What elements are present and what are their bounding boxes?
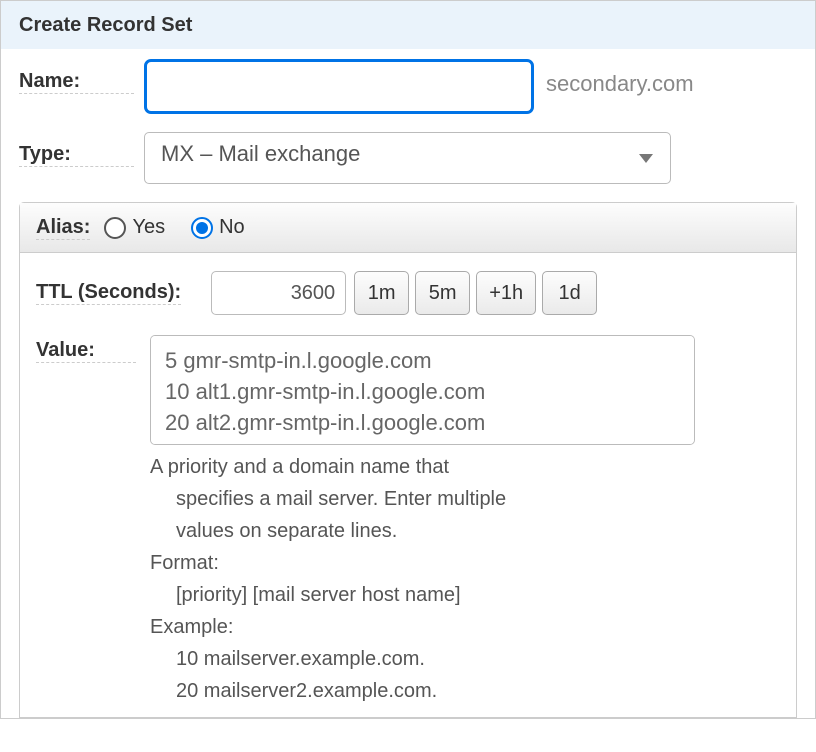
alias-label: Alias: (36, 215, 90, 240)
value-help: A priority and a domain name that specif… (150, 451, 780, 707)
alias-header: Alias: Yes No (20, 203, 796, 253)
radio-label: Yes (132, 216, 165, 239)
radio-icon (104, 217, 126, 239)
help-text: values on separate lines. (150, 515, 780, 547)
radio-label: No (219, 216, 245, 239)
ttl-preset-1h[interactable]: +1h (476, 271, 536, 315)
ttl-row: TTL (Seconds): 1m 5m +1h 1d (36, 271, 780, 315)
help-example-2: 20 mailserver2.example.com. (150, 675, 780, 707)
help-example-label: Example: (150, 616, 233, 638)
domain-suffix: secondary.com (546, 59, 694, 97)
ttl-preset-1d[interactable]: 1d (542, 271, 597, 315)
ttl-label: TTL (Seconds): (36, 281, 181, 305)
help-example-1: 10 mailserver.example.com. (150, 643, 780, 675)
name-row: Name: secondary.com (1, 49, 815, 114)
help-text: A priority and a domain name that (150, 456, 449, 478)
name-label: Name: (19, 59, 134, 94)
type-label: Type: (19, 132, 134, 167)
radio-icon (191, 217, 213, 239)
alias-no-radio[interactable]: No (191, 216, 245, 239)
value-row: Value: (36, 335, 780, 445)
alias-body: TTL (Seconds): 1m 5m +1h 1d Value: A pri… (20, 253, 796, 717)
create-record-panel: Create Record Set Name: secondary.com Ty… (0, 0, 816, 719)
panel-title: Create Record Set (1, 0, 815, 49)
help-format-label: Format: (150, 552, 219, 574)
value-textarea[interactable] (150, 335, 695, 445)
type-select-wrap[interactable]: MX – Mail exchange (144, 132, 671, 184)
value-label: Value: (36, 335, 136, 363)
help-format: [priority] [mail server host name] (150, 579, 780, 611)
alias-block: Alias: Yes No TTL (Seconds): 1m 5m +1h 1… (19, 202, 797, 718)
ttl-input[interactable] (211, 271, 346, 315)
name-input[interactable] (144, 59, 534, 114)
alias-yes-radio[interactable]: Yes (104, 216, 165, 239)
ttl-preset-1m[interactable]: 1m (354, 271, 409, 315)
type-row: Type: MX – Mail exchange (1, 114, 815, 184)
ttl-preset-5m[interactable]: 5m (415, 271, 470, 315)
type-select[interactable]: MX – Mail exchange (144, 132, 671, 184)
help-text: specifies a mail server. Enter multiple (150, 483, 780, 515)
